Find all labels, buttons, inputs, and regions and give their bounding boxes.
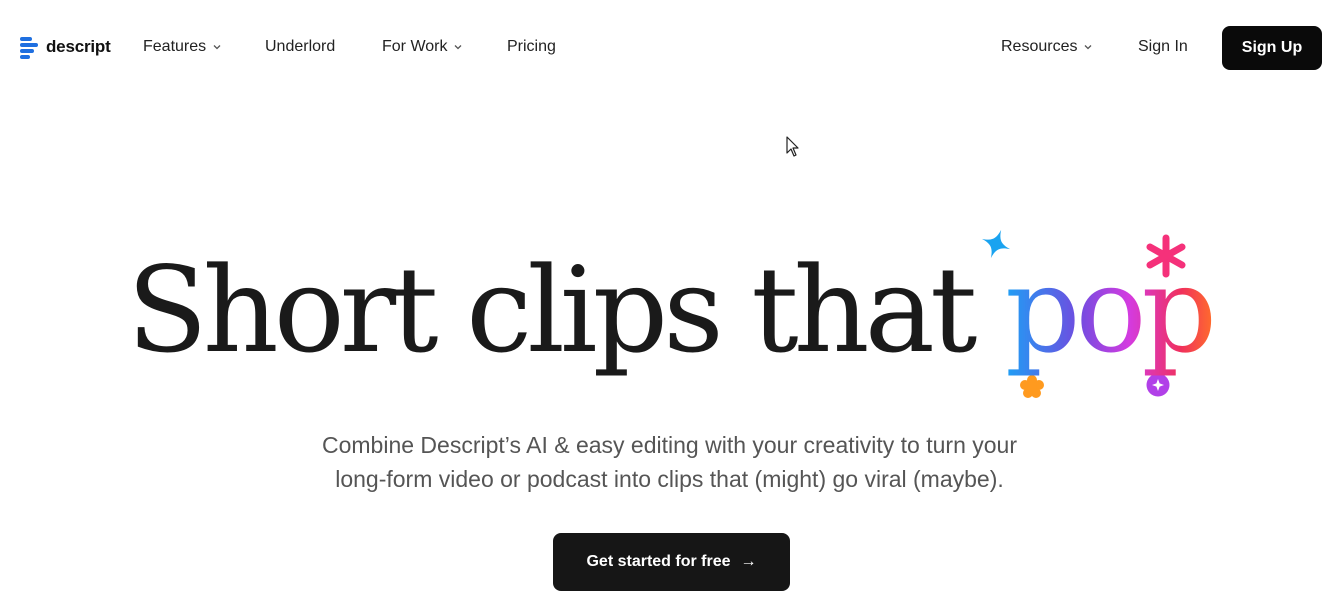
nav-underlord-label: Underlord	[265, 38, 336, 55]
arrow-right-icon: →	[740, 553, 757, 570]
nav-resources-label: Resources	[1001, 38, 1078, 55]
nav-features[interactable]: Features	[143, 38, 222, 56]
nav-features-label: Features	[143, 38, 207, 55]
hero-headline-main: Short clips that	[126, 241, 1005, 379]
chevron-down-icon	[1085, 45, 1092, 50]
get-started-button[interactable]: Get started for free →	[553, 533, 790, 591]
nav-pricing-label: Pricing	[507, 38, 556, 55]
mouse-cursor-icon	[786, 136, 799, 157]
chevron-down-icon	[455, 45, 462, 50]
sign-up-button[interactable]: Sign Up	[1222, 26, 1322, 70]
hero-headline: Short clips that pop	[0, 240, 1339, 380]
descript-logo-icon	[20, 34, 40, 60]
nav-for-work[interactable]: For Work	[382, 38, 463, 56]
nav-for-work-label: For Work	[382, 38, 448, 55]
hero-headline-accent: pop	[1004, 241, 1217, 379]
top-navigation: descript Features Underlord For Work Pri…	[0, 0, 1339, 96]
nav-underlord[interactable]: Underlord	[265, 38, 335, 56]
nav-pricing[interactable]: Pricing	[507, 38, 556, 56]
descript-logo[interactable]: descript	[20, 34, 111, 60]
hero-subtitle-line-1: Combine Descript’s AI & easy editing wit…	[322, 432, 1017, 458]
nav-resources[interactable]: Resources	[1001, 38, 1093, 56]
chevron-down-icon	[213, 45, 221, 50]
hero-subtitle: Combine Descript’s AI & easy editing wit…	[0, 428, 1339, 496]
hero-subtitle-line-2: long-form video or podcast into clips th…	[335, 466, 1004, 492]
logo-text: descript	[46, 37, 111, 56]
sign-in-link[interactable]: Sign In	[1138, 38, 1188, 56]
get-started-label: Get started for free	[586, 553, 731, 570]
